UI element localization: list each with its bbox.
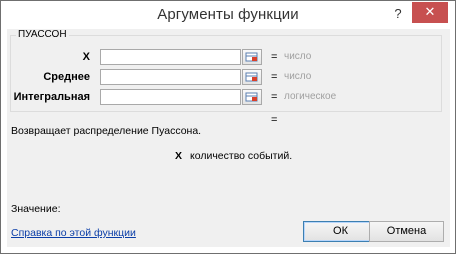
argument-x-input[interactable] [100,49,241,65]
function-name-label: ПУАССОН [16,29,69,40]
ok-button[interactable]: ОК [303,221,378,242]
dialog-body: ПУАССОН X = число Среднее = число Интегр… [7,29,450,247]
argument-label: X [82,51,90,63]
range-select-icon [245,72,258,82]
function-description: Возвращает распределение Пуассона. [11,125,202,137]
argument-row-mean: Среднее = число [7,69,447,87]
collapse-dialog-button[interactable] [242,69,262,85]
help-icon[interactable]: ? [388,5,408,23]
value-label: Значение: [11,203,61,215]
argument-type-hint: число [284,71,312,82]
argument-type-hint: число [284,51,312,62]
argument-description: Xколичество событий. [175,150,292,162]
range-select-icon [245,52,258,62]
title-bar: Аргументы функции ? ✕ [1,1,455,29]
argument-description-text: количество событий. [190,150,293,162]
argument-cumulative-input[interactable] [100,89,241,105]
collapse-dialog-button[interactable] [242,89,262,105]
argument-label: Интегральная [13,91,90,103]
equals-sign: = [271,51,278,63]
equals-sign: = [271,91,278,103]
argument-mean-input[interactable] [100,69,241,85]
argument-type-hint: логическое [284,91,337,102]
function-arguments-dialog: Аргументы функции ? ✕ ПУАССОН X = число … [0,0,456,254]
argument-label: Среднее [43,71,90,83]
argument-description-name: X [175,150,183,162]
cancel-button[interactable]: Отмена [369,221,444,242]
close-button[interactable]: ✕ [412,2,448,23]
result-equals-sign: = [271,114,278,126]
collapse-dialog-button[interactable] [242,49,262,65]
equals-sign: = [271,71,278,83]
argument-row-x: X = число [7,49,447,67]
dialog-title: Аргументы функции [157,6,299,23]
argument-row-cumulative: Интегральная = логическое [7,89,447,107]
function-help-link[interactable]: Справка по этой функции [11,227,136,239]
range-select-icon [245,92,258,102]
